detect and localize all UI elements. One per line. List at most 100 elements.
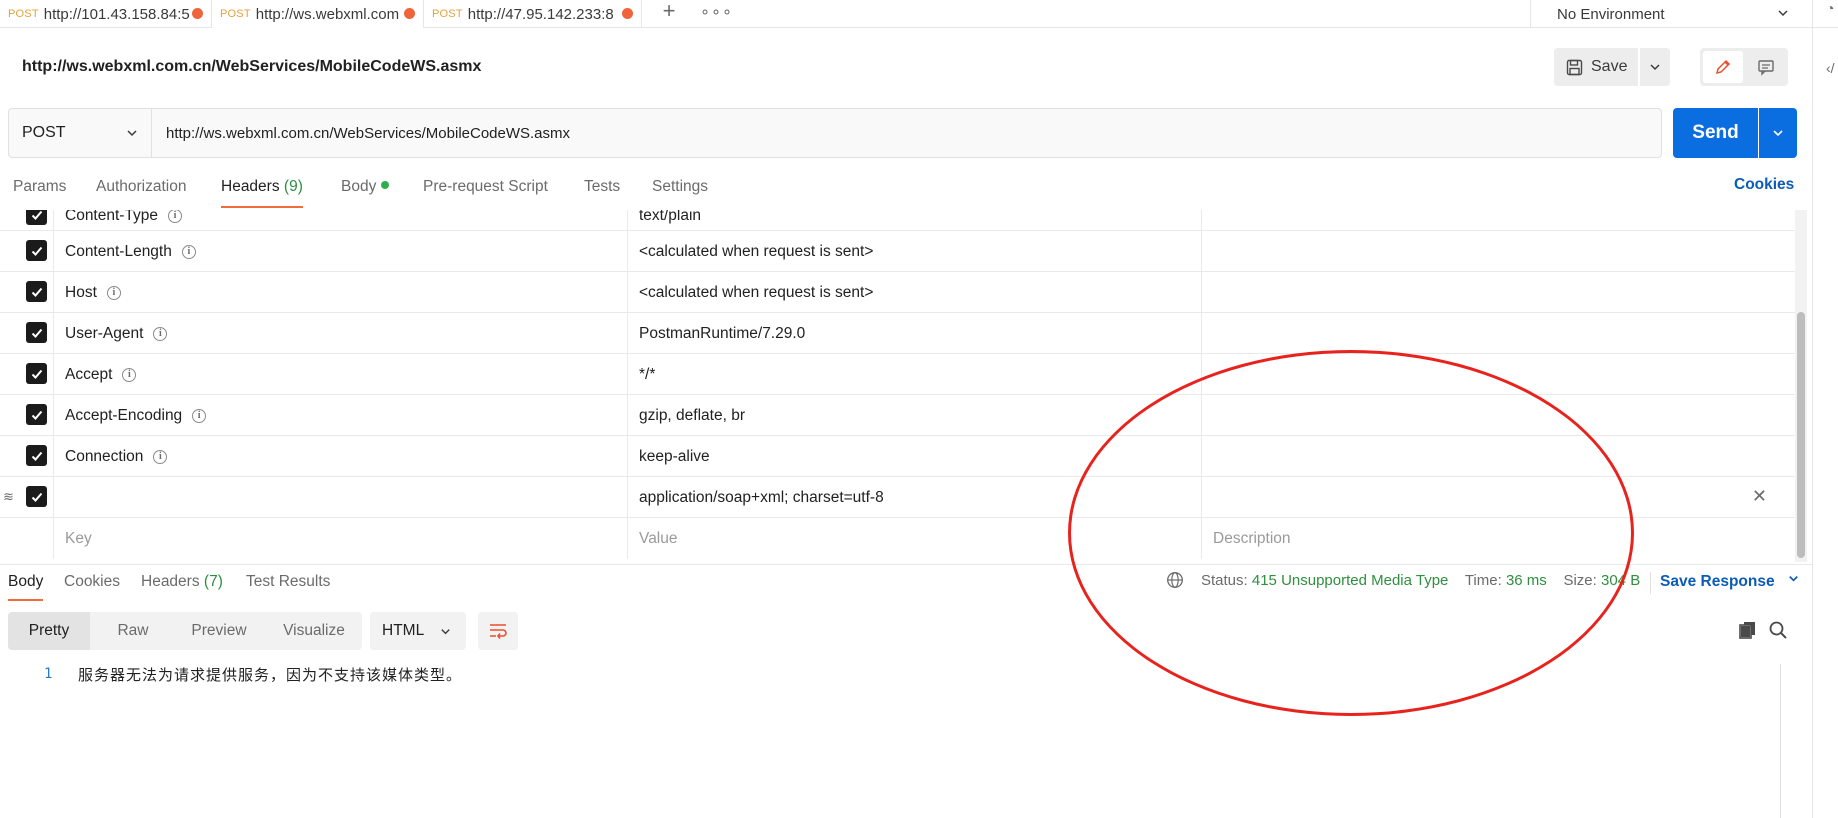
code-scrollbar [1780,664,1781,818]
table-row: Connection i keep-alive [0,436,1795,477]
language-label: HTML [382,622,425,639]
info-icon[interactable]: i [153,326,168,341]
info-icon[interactable]: i [122,367,137,382]
globe-icon[interactable] [1166,571,1184,589]
tab-method: POST [432,8,463,20]
view-raw-button[interactable]: Raw [90,612,176,650]
drag-handle-icon[interactable]: ≋ [3,489,14,505]
header-description-cell[interactable] [1202,231,1795,272]
new-value-cell[interactable]: Value [628,518,1202,559]
header-key-cell[interactable]: Content-Type i [54,210,628,231]
wrap-lines-button[interactable] [478,612,518,650]
row-checkbox[interactable] [26,281,47,302]
time-value[interactable]: 36 ms [1506,572,1547,589]
new-description-cell[interactable]: Description [1202,518,1795,559]
row-checkbox[interactable] [26,486,47,507]
environment-selector[interactable]: No Environment [1530,0,1806,28]
request-tab-1[interactable]: POST http://101.43.158.84:5 [0,0,212,28]
view-preview-button[interactable]: Preview [172,612,266,650]
tab-body[interactable]: Body [341,176,390,210]
response-language-select[interactable]: HTML [370,612,466,650]
info-icon[interactable]: i [192,408,207,423]
tab-label: Pre-request Script [423,178,548,195]
header-value-cell[interactable]: keep-alive [628,436,1202,477]
header-description-cell[interactable]: ✕ [1202,477,1795,518]
new-key-cell[interactable]: Key [54,518,628,559]
row-check-cell [0,313,54,354]
header-description-cell[interactable] [1202,436,1795,477]
response-tab-cookies[interactable]: Cookies [64,573,120,599]
header-description-cell[interactable] [1202,354,1795,395]
row-check-cell [0,436,54,477]
header-value-cell[interactable]: gzip, deflate, br [628,395,1202,436]
header-description-cell[interactable] [1202,395,1795,436]
header-value-cell[interactable]: <calculated when request is sent> [628,272,1202,313]
info-icon[interactable]: i [168,210,183,223]
tab-headers[interactable]: Headers (9) [221,176,303,210]
header-value-cell[interactable]: PostmanRuntime/7.29.0 [628,313,1202,354]
header-value: */* [639,365,656,383]
response-tab-headers[interactable]: Headers (7) [141,573,223,599]
tab-settings[interactable]: Settings [652,176,708,210]
comments-button[interactable] [1746,51,1786,83]
url-input[interactable] [152,108,1662,158]
save-options-button[interactable] [1640,48,1670,86]
info-icon[interactable]: i [106,285,121,300]
save-response-button[interactable]: Save Response [1660,572,1800,591]
header-description-cell[interactable] [1202,313,1795,354]
info-icon[interactable]: i [153,449,168,464]
chevron-down-icon [1789,576,1798,582]
tab-tests[interactable]: Tests [584,176,620,210]
row-checkbox[interactable] [26,240,47,261]
save-button[interactable]: Save [1554,48,1638,86]
header-key-cell[interactable]: Host i [54,272,628,313]
header-value-cell[interactable]: <calculated when request is sent> [628,231,1202,272]
response-tab-body[interactable]: Body [8,573,44,601]
search-icon[interactable] [1768,620,1788,640]
request-tab-2[interactable]: POST http://ws.webxml.com [212,0,424,28]
header-description-cell[interactable] [1202,210,1795,231]
table-row: Content-Length i <calculated when request… [0,231,1795,272]
status-value[interactable]: 415 Unsupported Media Type [1252,572,1449,589]
response-tab-test-results[interactable]: Test Results [246,573,330,599]
cookies-link[interactable]: Cookies [1734,176,1794,194]
tab-params[interactable]: Params [13,176,66,210]
send-options-button[interactable] [1759,108,1797,158]
http-method-select[interactable]: POST [8,108,152,158]
header-description-cell[interactable] [1202,272,1795,313]
checkmark-icon [31,369,42,379]
header-key-cell[interactable]: Content-Length i [54,231,628,272]
response-body-text[interactable]: 服务器无法为请求提供服务，因为不支持该媒体类型。 [78,664,462,685]
header-key-cell[interactable]: Accept-Encoding i [54,395,628,436]
header-key-cell[interactable] [54,477,628,518]
header-key-cell[interactable]: Accept i [54,354,628,395]
view-pretty-button[interactable]: Pretty [8,612,90,650]
row-checkbox[interactable] [26,445,47,466]
size-value[interactable]: 304 B [1601,572,1640,589]
request-tab-3[interactable]: POST http://47.95.142.233:8 [424,0,642,28]
eye-icon[interactable]: ◔ [1826,0,1834,16]
tab-pre-request-script[interactable]: Pre-request Script [423,176,548,210]
new-tab-plus-icon[interactable]: + [658,0,680,26]
info-icon[interactable]: i [181,244,196,259]
header-key-cell[interactable]: User-Agent i [54,313,628,354]
tab-authorization[interactable]: Authorization [96,176,186,210]
row-checkbox[interactable] [26,363,47,384]
header-value-cell[interactable]: */* [628,354,1202,395]
row-checkbox[interactable] [26,210,47,225]
copy-icon[interactable] [1738,620,1758,640]
row-checkbox[interactable] [26,322,47,343]
headers-scrollbar-thumb[interactable] [1797,312,1805,558]
code-snippet-icon[interactable]: ‹/ [1826,60,1835,76]
close-icon[interactable]: ✕ [1752,486,1767,507]
send-button[interactable]: Send [1673,108,1758,158]
more-tabs-icon[interactable]: ∘∘∘ [700,2,733,22]
header-key: User-Agent [65,324,144,342]
header-value-cell[interactable]: application/soap+xml; charset=utf-8 [628,477,1202,518]
row-checkbox[interactable] [26,404,47,425]
edit-mode-button[interactable] [1703,51,1743,83]
request-title[interactable]: http://ws.webxml.com.cn/WebServices/Mobi… [22,58,481,76]
header-key-cell[interactable]: Connection i [54,436,628,477]
header-value-cell[interactable]: text/plain [628,210,1202,231]
view-visualize-button[interactable]: Visualize [266,612,362,650]
